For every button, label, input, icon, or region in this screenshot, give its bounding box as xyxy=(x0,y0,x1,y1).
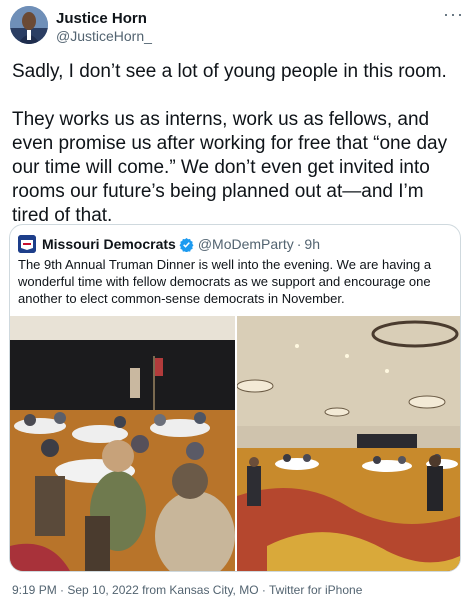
quoted-timestamp[interactable]: 9h xyxy=(304,236,320,252)
author-avatar[interactable] xyxy=(10,6,48,44)
ballroom-photo xyxy=(237,316,460,571)
author-handle[interactable]: @JusticeHorn_ xyxy=(56,28,152,44)
quoted-tweet-header: Missouri Democrats @MoDemParty · 9h xyxy=(18,235,320,253)
tweet-paragraph: They works us as interns, work us as fel… xyxy=(12,109,448,226)
banquet-stage-photo xyxy=(10,316,235,571)
author-avatar-image xyxy=(10,6,48,44)
author-name[interactable]: Justice Horn xyxy=(56,10,147,27)
quoted-tweet[interactable]: Missouri Democrats @MoDemParty · 9h The … xyxy=(9,224,461,572)
quoted-author-handle[interactable]: @MoDemParty xyxy=(198,236,294,252)
quoted-author-avatar[interactable] xyxy=(18,235,36,253)
event-photo-ballroom[interactable] xyxy=(237,316,460,571)
quoted-separator: · xyxy=(296,236,302,252)
tweet-paragraph: Sadly, I don’t see a lot of young people… xyxy=(12,61,447,82)
event-photo-stage[interactable] xyxy=(10,316,235,571)
quoted-author-name[interactable]: Missouri Democrats xyxy=(42,236,176,252)
quoted-tweet-text: The 9th Annual Truman Dinner is well int… xyxy=(18,257,432,306)
tweet-timestamp-meta[interactable]: 9:19 PM · Sep 10, 2022 from Kansas City,… xyxy=(12,583,362,597)
missouri-democrats-logo xyxy=(18,235,36,253)
verified-badge-icon xyxy=(179,237,194,252)
more-horizontal-icon[interactable]: ··· xyxy=(443,4,464,25)
